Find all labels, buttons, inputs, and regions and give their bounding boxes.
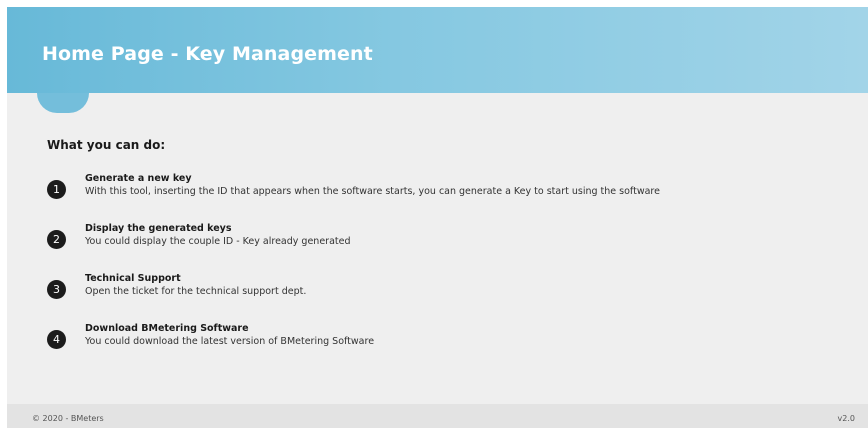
- item-description: You could display the couple ID - Key al…: [85, 236, 351, 247]
- step-number-badge: 4: [47, 330, 66, 349]
- page: Home Page - Key Management What you can …: [0, 0, 868, 428]
- left-margin: [0, 0, 7, 428]
- item-title-technical-support[interactable]: Technical Support: [85, 273, 181, 284]
- list-item-generate-key[interactable]: 1 Generate a new key With this tool, ins…: [47, 173, 847, 223]
- feature-list: 1 Generate a new key With this tool, ins…: [47, 173, 847, 373]
- header-tab-decoration: [37, 93, 89, 113]
- item-title-display-keys[interactable]: Display the generated keys: [85, 223, 232, 234]
- page-title: Home Page - Key Management: [42, 43, 373, 65]
- section-heading: What you can do:: [47, 138, 166, 152]
- top-margin: [0, 0, 868, 7]
- item-description: With this tool, inserting the ID that ap…: [85, 186, 660, 197]
- item-title-generate-key[interactable]: Generate a new key: [85, 173, 192, 184]
- list-item-technical-support[interactable]: 3 Technical Support Open the ticket for …: [47, 273, 847, 323]
- version-label: v2.0: [837, 414, 855, 423]
- item-description: Open the ticket for the technical suppor…: [85, 286, 307, 297]
- item-title-download-software[interactable]: Download BMetering Software: [85, 323, 249, 334]
- step-number-badge: 1: [47, 180, 66, 199]
- list-item-display-keys[interactable]: 2 Display the generated keys You could d…: [47, 223, 847, 273]
- list-item-download-software[interactable]: 4 Download BMetering Software You could …: [47, 323, 847, 373]
- step-number-badge: 3: [47, 280, 66, 299]
- step-number-badge: 2: [47, 230, 66, 249]
- main-content: Home Page - Key Management What you can …: [7, 7, 868, 404]
- page-header: Home Page - Key Management: [7, 7, 868, 93]
- copyright-text: © 2020 - BMeters: [32, 414, 104, 423]
- page-footer: © 2020 - BMeters v2.0: [7, 404, 868, 428]
- item-description: You could download the latest version of…: [85, 336, 375, 347]
